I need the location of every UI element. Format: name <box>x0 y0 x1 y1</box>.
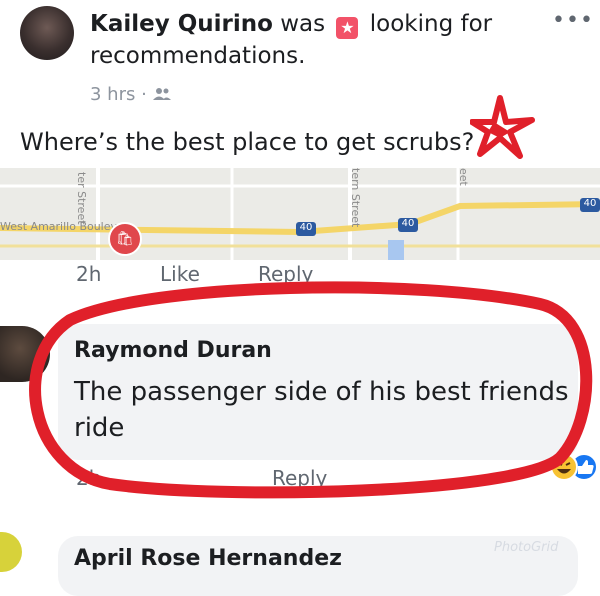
red-oval-annotation <box>29 281 593 499</box>
watermark: PhotoGrid <box>494 540 559 555</box>
commenter-2-name[interactable]: April Rose Hernandez <box>74 546 342 571</box>
